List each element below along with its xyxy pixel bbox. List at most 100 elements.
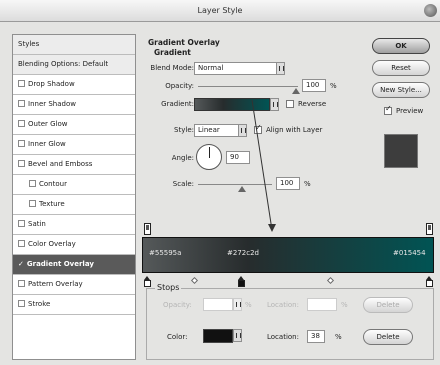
sidebar-item-stroke[interactable]: Stroke bbox=[13, 295, 135, 315]
group-title: Gradient bbox=[154, 48, 191, 57]
scale-slider-handle[interactable] bbox=[238, 186, 246, 192]
window-title: Layer Style bbox=[197, 6, 243, 15]
chevron-right-icon[interactable] bbox=[233, 329, 242, 342]
reverse-checkbox[interactable] bbox=[286, 100, 294, 108]
color-stop-right[interactable] bbox=[426, 276, 433, 288]
color-stop-left[interactable] bbox=[144, 276, 151, 288]
opacity-slider-track[interactable] bbox=[198, 86, 298, 87]
stop-swatch bbox=[426, 280, 433, 287]
sidebar-item-label: Inner Shadow bbox=[28, 100, 76, 108]
sidebar-item-gradient-overlay[interactable]: ✓ Gradient Overlay bbox=[13, 255, 135, 275]
chevron-right-icon bbox=[233, 298, 242, 311]
sidebar-item-texture[interactable]: Texture bbox=[13, 195, 135, 215]
opacity-stop-left[interactable] bbox=[144, 223, 151, 235]
checkbox[interactable] bbox=[18, 80, 25, 87]
stop-opacity-field bbox=[203, 298, 233, 311]
sidebar-item-label: Blending Options: Default bbox=[18, 60, 109, 68]
sidebar-item-pattern-overlay[interactable]: Pattern Overlay bbox=[13, 275, 135, 295]
sidebar-item-satin[interactable]: Satin bbox=[13, 215, 135, 235]
sidebar-item-label: Gradient Overlay bbox=[26, 260, 94, 268]
opacity-field[interactable]: 100 bbox=[302, 79, 326, 92]
sidebar-item-label: Styles bbox=[18, 40, 40, 48]
align-with-layer-label: Align with Layer bbox=[266, 126, 323, 134]
stop-location-field[interactable]: 38 bbox=[307, 330, 325, 343]
angle-dial[interactable] bbox=[196, 144, 222, 170]
sidebar-item-label: Satin bbox=[28, 220, 46, 228]
midpoint-diamond[interactable] bbox=[326, 276, 335, 285]
blend-mode-select[interactable]: Normal bbox=[194, 62, 284, 75]
reverse-label: Reverse bbox=[298, 100, 327, 108]
sidebar-item-label: Texture bbox=[39, 200, 65, 208]
checkbox[interactable] bbox=[18, 140, 25, 147]
checkbox[interactable] bbox=[18, 100, 25, 107]
gradient-bar[interactable]: #55595a #272c2d #015454 bbox=[142, 237, 434, 273]
checkbox[interactable] bbox=[18, 120, 25, 127]
sidebar-item-color-overlay[interactable]: Color Overlay bbox=[13, 235, 135, 255]
style-preview-swatch bbox=[384, 134, 418, 168]
styles-list: Styles Blending Options: Default Drop Sh… bbox=[12, 34, 136, 360]
scale-field[interactable]: 100 bbox=[276, 177, 300, 190]
sidebar-item-styles[interactable]: Styles bbox=[13, 35, 135, 55]
midpoint-diamond[interactable] bbox=[190, 276, 199, 285]
preview-checkbox[interactable] bbox=[384, 104, 392, 115]
reset-button[interactable]: Reset bbox=[372, 60, 430, 76]
delete-color-stop-button[interactable]: Delete bbox=[363, 329, 413, 345]
opacity-unit: % bbox=[330, 82, 337, 90]
close-icon[interactable] bbox=[424, 4, 437, 17]
sidebar-item-label: Contour bbox=[39, 180, 67, 188]
angle-field[interactable]: 90 bbox=[226, 151, 250, 164]
sidebar-item-label: Stroke bbox=[28, 300, 51, 308]
checkbox[interactable] bbox=[18, 160, 25, 167]
sidebar-item-outer-glow[interactable]: Outer Glow bbox=[13, 115, 135, 135]
angle-label: Angle: bbox=[171, 154, 194, 162]
stop-color-label: #015454 bbox=[393, 249, 426, 257]
stop-opacity-location-field bbox=[307, 298, 337, 311]
checkbox[interactable] bbox=[18, 220, 25, 227]
delete-opacity-stop-button: Delete bbox=[363, 297, 413, 313]
style-label: Style: bbox=[174, 126, 194, 134]
color-stop-middle[interactable] bbox=[238, 276, 245, 288]
sidebar-item-contour[interactable]: Contour bbox=[13, 175, 135, 195]
opacity-label: Opacity: bbox=[165, 82, 194, 90]
opacity-slider-handle[interactable] bbox=[292, 88, 300, 94]
sidebar-item-label: Bevel and Emboss bbox=[28, 160, 93, 168]
blend-mode-label: Blend Mode: bbox=[150, 64, 194, 72]
checkbox[interactable] bbox=[18, 240, 25, 247]
preview-label: Preview bbox=[396, 107, 424, 115]
checkbox[interactable] bbox=[29, 200, 36, 207]
chevron-updown-icon[interactable] bbox=[238, 124, 247, 137]
scale-slider-track[interactable] bbox=[198, 184, 272, 185]
gradient-label: Gradient: bbox=[161, 100, 194, 108]
ok-button[interactable]: OK bbox=[372, 38, 430, 54]
sidebar-item-label: Pattern Overlay bbox=[28, 280, 83, 288]
opacity-stop-right[interactable] bbox=[426, 223, 433, 235]
stop-opacity-location-label: Location: bbox=[267, 301, 299, 309]
sidebar-item-label: Outer Glow bbox=[28, 120, 68, 128]
stop-color-label: #55595a bbox=[149, 249, 182, 257]
new-style-button[interactable]: New Style... bbox=[372, 82, 430, 98]
sidebar-item-inner-shadow[interactable]: Inner Shadow bbox=[13, 95, 135, 115]
stop-swatch bbox=[144, 280, 151, 287]
sidebar-item-drop-shadow[interactable]: Drop Shadow bbox=[13, 75, 135, 95]
stop-opacity-unit: % bbox=[245, 301, 252, 309]
sidebar-item-label: Color Overlay bbox=[28, 240, 76, 248]
sidebar-item-label: Inner Glow bbox=[28, 140, 66, 148]
checkbox[interactable] bbox=[18, 280, 25, 287]
checkbox[interactable] bbox=[29, 180, 36, 187]
chevron-updown-icon[interactable] bbox=[276, 62, 285, 75]
title-bar: Layer Style bbox=[0, 0, 440, 22]
checkmark-icon[interactable]: ✓ bbox=[18, 260, 24, 268]
stop-color-label: Color: bbox=[167, 333, 188, 341]
sidebar-item-inner-glow[interactable]: Inner Glow bbox=[13, 135, 135, 155]
align-with-layer-checkbox[interactable] bbox=[254, 123, 262, 134]
stops-group: Stops Opacity: % Location: % Delete Colo… bbox=[146, 283, 434, 360]
angle-dial-needle bbox=[209, 147, 210, 158]
checkbox[interactable] bbox=[18, 300, 25, 307]
gradient-picker[interactable] bbox=[194, 98, 270, 111]
sidebar-item-bevel-emboss[interactable]: Bevel and Emboss bbox=[13, 155, 135, 175]
scale-unit: % bbox=[304, 180, 311, 188]
style-select[interactable]: Linear bbox=[194, 124, 244, 137]
stop-color-swatch[interactable] bbox=[203, 329, 233, 343]
sidebar-item-blending-options[interactable]: Blending Options: Default bbox=[13, 55, 135, 75]
chevron-down-icon[interactable] bbox=[270, 98, 279, 111]
